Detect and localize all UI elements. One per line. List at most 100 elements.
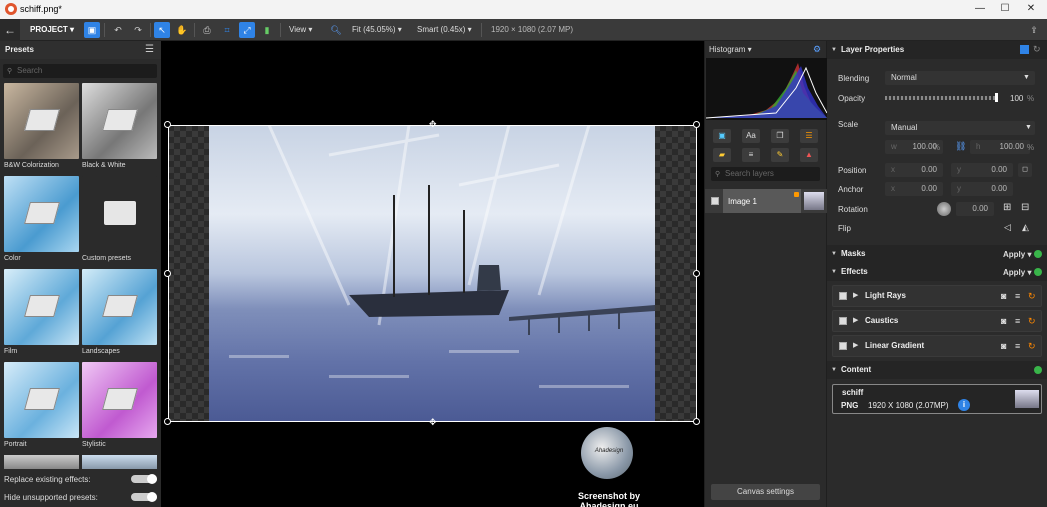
layers-search-input[interactable]: Search layers [711,167,820,181]
rotation-dial[interactable] [937,202,951,216]
anchor-x-field[interactable]: x 0.00 [885,182,943,196]
position-reset-icon[interactable]: ◻ [1018,163,1032,177]
close-button[interactable]: ✕ [1022,2,1040,16]
maximize-button[interactable]: ☐ [996,2,1014,16]
folder-icon[interactable]: ▰ [713,148,731,162]
print-icon[interactable]: ⎙ [199,22,215,38]
effect-mask-icon[interactable]: ◙ [1001,286,1006,306]
effect-mask-icon[interactable]: ◙ [1001,311,1006,331]
preset-black-white[interactable]: Black & White [82,83,157,175]
add-mask-icon[interactable] [1034,250,1042,258]
effects-apply-menu[interactable]: Apply ▾ [1003,268,1031,277]
chevron-right-icon[interactable]: ▶ [853,336,858,356]
reset-icon[interactable]: ↻ [1033,44,1041,55]
effect-enable-checkbox[interactable] [839,342,847,350]
canvas-area[interactable]: ✥ ✥ Ahadesign Screenshot by Ahadesign.eu [161,41,704,507]
export-icon[interactable]: ⇪ [1026,22,1042,38]
histogram-menu[interactable]: Histogram ▾ [709,45,752,54]
distribute-icon[interactable]: ⊟ [1021,202,1029,213]
canvas-settings-button[interactable]: Canvas settings [711,484,820,500]
add-image-icon[interactable]: ▣ [713,129,731,143]
resize-handle[interactable] [693,121,700,128]
menu-icon[interactable]: ☰ [145,44,154,55]
move-handle-top[interactable]: ✥ [429,119,437,130]
preset-landscapes[interactable]: Landscapes [82,269,157,361]
undo-icon[interactable]: ↶ [110,22,126,38]
preset-film[interactable]: Film [4,269,79,361]
chevron-right-icon[interactable]: ▶ [853,311,858,331]
link-icon[interactable]: ⛓ [955,141,966,152]
effect-reset-icon[interactable]: ↻ [1028,286,1036,306]
scale-select[interactable]: Manual [885,121,1035,135]
anchor-y-field[interactable]: y 0.00 [951,182,1013,196]
smart-zoom-menu[interactable]: Smart (0.45x) ▾ [417,22,472,38]
minimize-button[interactable]: — [971,2,989,16]
effect-menu-icon[interactable]: ≡ [1015,336,1020,356]
effect-mask-icon[interactable]: ◙ [1001,336,1006,356]
effect-menu-icon[interactable]: ≡ [1015,286,1020,306]
add-effect-icon[interactable] [1034,268,1042,276]
select-tool-icon[interactable]: ↖ [154,22,170,38]
shapes-icon[interactable]: ▲ [800,148,818,162]
effect-reset-icon[interactable]: ↻ [1028,311,1036,331]
layer-row[interactable]: Image 1 [705,189,827,213]
preset-bw-colorization[interactable]: B&W Colorization [4,83,79,175]
stack-icon[interactable]: ≡ [742,148,760,162]
compare-icon[interactable]: ▮ [259,22,275,38]
preset-portrait[interactable]: Portrait [4,362,79,454]
opacity-slider[interactable] [885,96,997,100]
move-handle-bottom[interactable]: ✥ [429,417,437,428]
zoom-fit-menu[interactable]: Fit (45.05%) ▾ [352,22,402,38]
preset-stylistic[interactable]: Stylistic [82,362,157,454]
back-button[interactable]: ← [0,19,20,41]
selection-frame[interactable] [168,125,697,422]
preset-custom[interactable]: Custom presets [82,176,157,268]
opacity-value[interactable]: 100 [1010,94,1023,103]
add-content-icon[interactable] [1034,366,1042,374]
effect-row[interactable]: ▶ Light Rays ◙ ≡ ↻ [832,285,1042,307]
position-x-field[interactable]: x 0.00 [885,163,943,177]
blending-select[interactable]: Normal [885,71,1035,85]
content-item[interactable]: schiff PNG 1920 X 1080 (2.07MP) i [832,384,1042,414]
flip-horizontal-icon[interactable]: ◭ [1022,222,1029,233]
redo-icon[interactable]: ↷ [130,22,146,38]
project-menu[interactable]: PROJECT ▾ [24,22,80,38]
flip-vertical-icon[interactable]: ◁ [1004,222,1011,233]
effect-row[interactable]: ▶ Linear Gradient ◙ ≡ ↻ [832,335,1042,357]
align-icon[interactable]: ⊞ [1003,202,1011,213]
transform-icon[interactable]: ⤢ [239,22,255,38]
position-y-field[interactable]: y 0.00 [951,163,1013,177]
content-header[interactable]: Content [827,361,1047,379]
preset-thumbnail-partial[interactable] [82,455,157,469]
crop-icon[interactable]: ⌗ [219,22,235,38]
preset-thumbnail-partial[interactable] [4,455,79,469]
presets-search-input[interactable]: Search [3,64,157,78]
resize-handle[interactable] [164,121,171,128]
duplicate-icon[interactable]: ❐ [771,129,789,143]
preset-color[interactable]: Color [4,176,79,268]
effect-reset-icon[interactable]: ↻ [1028,336,1036,356]
gear-icon[interactable]: ⚙ [813,44,821,55]
resize-handle[interactable] [164,418,171,425]
effect-enable-checkbox[interactable] [839,317,847,325]
effect-row[interactable]: ▶ Caustics ◙ ≡ ↻ [832,310,1042,332]
add-text-icon[interactable]: Aa [742,129,760,143]
view-menu[interactable]: View ▾ [289,22,312,38]
replace-effects-toggle[interactable] [131,474,157,484]
hand-tool-icon[interactable]: ✋ [174,22,190,38]
rotation-field[interactable]: 0.00 [956,202,994,216]
effect-menu-icon[interactable]: ≡ [1015,311,1020,331]
scale-h-field[interactable]: h 100.00 [970,140,1030,154]
chevron-right-icon[interactable]: ▶ [853,286,858,306]
hide-unsupported-toggle[interactable] [131,492,157,502]
panel-dock-icon[interactable] [1020,45,1029,54]
info-icon[interactable]: i [958,399,970,411]
zoom-icon[interactable]: 🔍︎ [328,22,344,38]
layer-visibility-checkbox[interactable] [711,197,719,205]
masks-apply-menu[interactable]: Apply ▾ [1003,250,1031,259]
layer-properties-header[interactable]: Layer Properties [827,41,1047,59]
panel-toggle-icon[interactable]: ▣ [84,22,100,38]
effect-enable-checkbox[interactable] [839,292,847,300]
resize-handle[interactable] [693,270,700,277]
resize-handle[interactable] [693,418,700,425]
